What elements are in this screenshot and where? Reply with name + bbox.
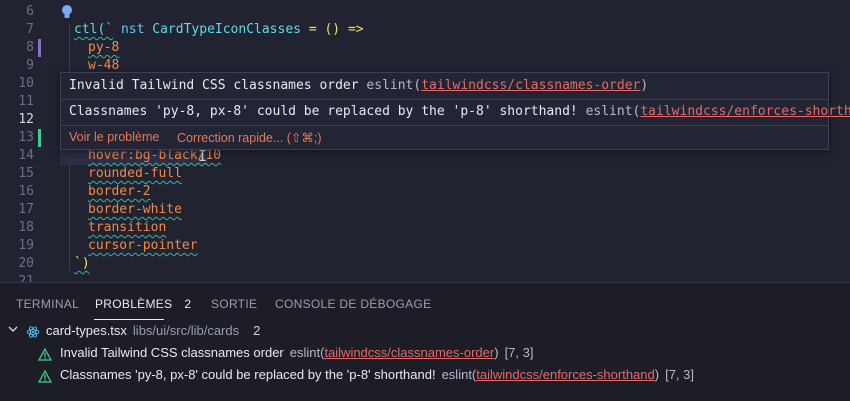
code-line[interactable]: 19 cursor-pointer <box>0 237 850 255</box>
line-number: 9 <box>26 58 34 73</box>
problem-item[interactable]: Invalid Tailwind CSS classnames order esl… <box>0 342 850 364</box>
hover-message-text: Classnames 'py-8, px-8' could be replace… <box>69 104 578 119</box>
problem-rule-link[interactable]: tailwindcss/enforces-shorthand <box>476 367 654 382</box>
code-text: py-8 <box>88 40 120 55</box>
problem-message: Invalid Tailwind CSS classnames order <box>60 345 284 360</box>
code-text: cursor-pointer <box>88 238 198 253</box>
problem-file-row[interactable]: card-types.tsx libs/ui/src/lib/cards 2 <box>0 320 850 342</box>
view-problem-link[interactable]: Voir le problème <box>69 130 159 144</box>
file-name: card-types.tsx <box>46 323 127 338</box>
tab-debug-console[interactable]: CONSOLE DE DÉBOGAGE <box>275 297 431 311</box>
code-line[interactable]: 16 border-2 <box>0 183 850 201</box>
added-marker <box>38 129 41 147</box>
line-number: 18 <box>18 220 34 235</box>
hover-rule-link[interactable]: tailwindcss/classnames-order <box>421 78 640 93</box>
diagnostic-hover[interactable]: Invalid Tailwind CSS classnames order es… <box>60 72 850 150</box>
code-text: rounded-full <box>88 166 182 181</box>
line-number: 7 <box>26 22 34 37</box>
line-number: 19 <box>18 238 34 253</box>
line-number: 10 <box>18 76 34 91</box>
modified-marker <box>38 39 41 57</box>
problem-position: [7, 3] <box>504 345 534 360</box>
hover-source: eslint( <box>366 78 422 93</box>
problem-file-name: card-types.tsx libs/ui/src/lib/cards 2 <box>46 320 260 342</box>
code-text: border-white <box>88 202 182 217</box>
bottom-panel: TERMINAL PROBLÈMES 2 SORTIE CONSOLE DE DÉ… <box>0 282 850 401</box>
problem-text: Classnames 'py-8, px-8' could be replace… <box>60 364 694 386</box>
problem-source: eslint( <box>441 367 477 382</box>
line-number: 21 <box>18 274 34 282</box>
line-number: 12 <box>18 112 34 127</box>
code-text: border-2 <box>88 184 151 199</box>
line-number: 11 <box>18 94 34 109</box>
code-text: `) <box>74 256 90 271</box>
line-number: 8 <box>26 40 34 55</box>
code-line[interactable]: 17 border-white <box>0 201 850 219</box>
line-number: 17 <box>18 202 34 217</box>
hover-source-close: ) <box>640 78 649 93</box>
hover-divider <box>61 99 828 100</box>
problems-count-badge: 2 <box>184 297 192 311</box>
line-number: 16 <box>18 184 34 199</box>
code-line[interactable]: 18 transition <box>0 219 850 237</box>
code-text: transition <box>88 220 167 235</box>
hover-actions: Voir le problème Correction rapide... (⇧… <box>61 125 828 150</box>
problem-rule-link[interactable]: tailwindcss/classnames-order <box>324 345 494 360</box>
code-line[interactable]: 7 ctl(` <box>0 21 850 39</box>
code-editor[interactable]: 6 nst CardTypeIconClasses = () => 7 ctl(… <box>0 0 850 282</box>
tab-output[interactable]: SORTIE <box>211 297 257 311</box>
file-path: libs/ui/src/lib/cards <box>132 323 240 338</box>
hover-message-1: Invalid Tailwind CSS classnames order es… <box>69 78 648 93</box>
code-line[interactable]: 20 `) <box>0 255 850 273</box>
line-number: 20 <box>18 256 34 271</box>
hover-source: eslint( <box>585 104 641 119</box>
problem-item[interactable]: Classnames 'py-8, px-8' could be replace… <box>0 364 850 386</box>
problem-text: Invalid Tailwind CSS classnames order esl… <box>60 342 533 364</box>
line-number: 6 <box>26 4 34 19</box>
problem-source-close: ) <box>654 367 660 382</box>
code-line[interactable]: 6 nst CardTypeIconClasses = () => <box>0 3 850 37</box>
hover-message-text: Invalid Tailwind CSS classnames order <box>69 78 359 93</box>
chevron-down-icon[interactable] <box>8 320 18 342</box>
tab-problems-label: PROBLÈMES <box>95 297 173 311</box>
warning-icon <box>37 368 53 390</box>
quick-fix-link[interactable]: Correction rapide... (⇧⌘;) <box>177 130 322 145</box>
code-text: ctl(` <box>74 22 114 37</box>
code-line[interactable]: 15 rounded-full <box>0 165 850 183</box>
file-problem-count: 2 <box>253 323 261 338</box>
problem-source: eslint( <box>289 345 325 360</box>
line-number: 15 <box>18 166 34 181</box>
tab-problems[interactable]: PROBLÈMES 2 <box>95 297 191 311</box>
line-number: 13 <box>18 130 34 145</box>
problem-message: Classnames 'py-8, px-8' could be replace… <box>60 367 436 382</box>
tab-terminal[interactable]: TERMINAL <box>16 297 79 311</box>
problem-position: [7, 3] <box>665 367 695 382</box>
text-cursor-icon: I <box>198 147 208 165</box>
hover-rule-link[interactable]: tailwindcss/enforces-shorthand <box>640 104 850 119</box>
code-line[interactable]: 21 <box>0 273 850 282</box>
problem-source-close: ) <box>494 345 499 360</box>
hover-message-2: Classnames 'py-8, px-8' could be replace… <box>69 104 850 119</box>
line-number: 14 <box>18 148 34 163</box>
code-line[interactable]: 8 py-8 <box>0 39 850 57</box>
